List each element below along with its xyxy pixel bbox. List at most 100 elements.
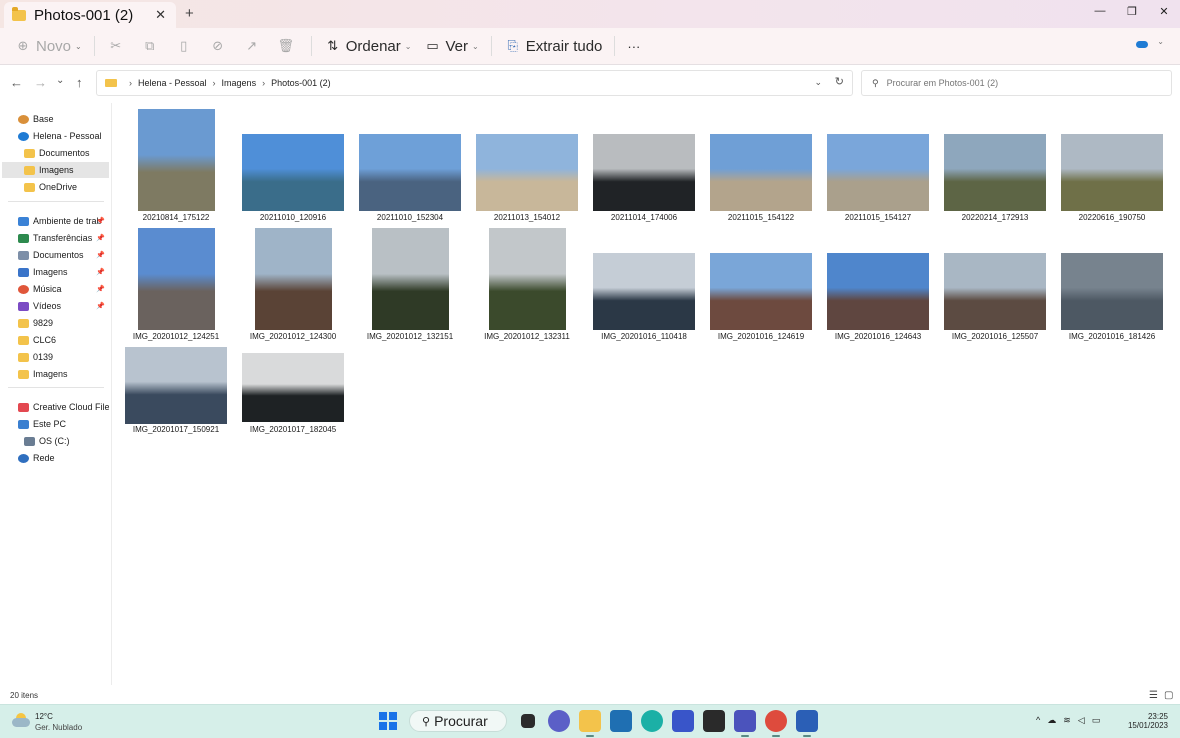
view-button[interactable]: ▭ Ver ⌄ [417, 31, 484, 61]
share-button[interactable]: ↗ [237, 31, 271, 61]
weather-description: Ger. Nublado [35, 723, 83, 732]
chevron-down-icon: ⌄ [471, 41, 479, 51]
copy-button[interactable]: ⧉ [135, 31, 169, 61]
sidebar-item-imagens[interactable]: Imagens 📌 [2, 264, 109, 280]
sidebar-item-rede[interactable]: Rede [2, 450, 109, 466]
extract-all-button[interactable]: ⎘ Extrair tudo [498, 31, 609, 61]
chevron-down-icon[interactable]: ⌄ [1157, 37, 1164, 46]
edge-icon[interactable] [640, 710, 663, 732]
search-input[interactable] [886, 78, 1147, 88]
close-button[interactable]: ✕ [1148, 0, 1180, 22]
breadcrumb-helena[interactable]: Helena - Pessoal [138, 78, 207, 88]
search-box[interactable]: ⚲ [861, 70, 1172, 96]
recent-locations-button[interactable]: ⌄ [56, 75, 64, 86]
chrome-icon[interactable] [764, 710, 787, 737]
more-options-button[interactable]: ··· [621, 31, 646, 61]
maximize-button[interactable]: ❐ [1116, 0, 1148, 22]
onedrive-cloud-icon[interactable] [1136, 41, 1148, 48]
drive-icon [24, 436, 35, 446]
tab-close-icon[interactable]: ✕ [155, 7, 166, 23]
rename-button[interactable]: ⊘ [203, 31, 237, 61]
sidebar-item-documentos[interactable]: Documentos 📌 [2, 247, 109, 263]
sidebar-item-0139[interactable]: 0139 [2, 349, 109, 365]
folder-icon [24, 148, 35, 158]
sidebar-item-ambiente-de-trab[interactable]: Ambiente de trab 📌 [2, 213, 109, 229]
up-button[interactable]: ↑ [76, 75, 83, 90]
sidebar-item-helena-pessoal[interactable]: Helena - Pessoal [2, 128, 109, 144]
volume-icon[interactable]: ◁ [1078, 715, 1085, 726]
sidebar-item-creative-cloud-files[interactable]: Creative Cloud Files [2, 399, 109, 415]
delete-button[interactable]: 🗑 [271, 31, 305, 61]
new-button[interactable]: ⊕ Novo ⌄ [8, 31, 88, 61]
teams-icon[interactable] [733, 710, 756, 737]
sidebar-item-onedrive[interactable]: OneDrive [2, 179, 109, 195]
sidebar-item-9829[interactable]: 9829 [2, 315, 109, 331]
onedrive-tray-icon[interactable]: ☁ [1047, 715, 1056, 726]
weather-icon[interactable] [12, 713, 30, 727]
title-bar: Photos-001 (2) ✕ + — ❐ ✕ [0, 0, 1180, 28]
chevron-up-icon[interactable]: ^ [1036, 715, 1040, 726]
sidebar-item-imagens[interactable]: Imagens [2, 366, 109, 382]
photo-thumbnail [138, 109, 215, 211]
file-name: 20211013_154012 [493, 213, 561, 222]
details-view-icon[interactable]: ☰ [1149, 690, 1158, 701]
address-bar[interactable]: › Helena - Pessoal › Imagens › Photos-00… [96, 70, 853, 96]
star-app-icon[interactable] [702, 710, 725, 732]
file-name: 20211015_154122 [727, 213, 795, 222]
breadcrumb-imagens[interactable]: Imagens [222, 78, 257, 88]
photo-thumbnail [138, 228, 215, 330]
large-icons-view-icon[interactable]: ▢ [1164, 690, 1173, 701]
pen-app-icon[interactable] [671, 710, 694, 732]
folder-icon [18, 352, 29, 362]
sort-icon: ⇅ [327, 38, 339, 53]
more-icon: ··· [627, 38, 641, 54]
creative-cloud-icon [18, 402, 29, 412]
tab-photos[interactable]: Photos-001 (2) ✕ [4, 2, 176, 28]
sidebar-item-label: Documentos [39, 148, 90, 158]
sidebar-item-imagens[interactable]: Imagens [2, 162, 109, 178]
chat-icon[interactable] [547, 710, 570, 732]
battery-icon[interactable]: ▭ [1092, 715, 1101, 726]
sidebar-item-label: Documentos [33, 250, 84, 260]
store-icon[interactable] [609, 710, 632, 732]
folder-icon [24, 165, 35, 175]
wifi-icon[interactable]: ≋ [1063, 715, 1071, 726]
clock-date: 15/01/2023 [1127, 721, 1168, 730]
sidebar-item-clc6[interactable]: CLC6 [2, 332, 109, 348]
minimize-button[interactable]: — [1084, 0, 1116, 22]
photo-thumbnail [255, 228, 332, 330]
sidebar-item-os-c-[interactable]: OS (C:) [2, 433, 109, 449]
file-name: 20211010_120916 [259, 213, 327, 222]
file-name: 20211010_152304 [376, 213, 444, 222]
sidebar-item-este-pc[interactable]: Este PC [2, 416, 109, 432]
back-button[interactable]: ← [10, 75, 23, 90]
sidebar-item-m-sica[interactable]: Música 📌 [2, 281, 109, 297]
breadcrumb-photos[interactable]: Photos-001 (2) [271, 78, 331, 88]
documents-icon [18, 250, 29, 260]
search-icon: ⚲ [422, 715, 431, 728]
word-icon[interactable] [795, 710, 818, 737]
sidebar-divider [8, 387, 104, 388]
onedrive-icon [18, 131, 29, 141]
sidebar-item-documentos[interactable]: Documentos [2, 145, 109, 161]
forward-button[interactable]: → [34, 75, 47, 90]
cut-button[interactable]: ✂ [101, 31, 135, 61]
taskbar-search[interactable]: ⚲ Procurar [409, 710, 507, 732]
folder-icon [12, 6, 26, 21]
sort-button[interactable]: ⇅ Ordenar ⌄ [318, 31, 418, 61]
task-view-icon[interactable] [521, 714, 535, 728]
file-explorer-icon[interactable] [578, 710, 601, 737]
sidebar-item-label: Creative Cloud Files [33, 402, 109, 412]
sidebar-item-base[interactable]: Base [2, 111, 109, 127]
sidebar-item-label: Base [33, 114, 54, 124]
window-controls: — ❐ ✕ [1084, 0, 1180, 22]
sidebar-item-transfer-ncias[interactable]: Transferências 📌 [2, 230, 109, 246]
refresh-icon[interactable]: ↻ [835, 75, 844, 88]
start-button[interactable] [377, 710, 399, 732]
taskbar-search-label: Procurar [434, 713, 488, 729]
new-tab-button[interactable]: + [185, 5, 194, 22]
sidebar-item-v-deos[interactable]: Vídeos 📌 [2, 298, 109, 314]
chevron-down-icon[interactable]: ⌄ [814, 77, 822, 88]
paste-button[interactable]: ▯ [169, 31, 203, 61]
clock[interactable]: 23:25 15/01/2023 [1128, 712, 1168, 730]
